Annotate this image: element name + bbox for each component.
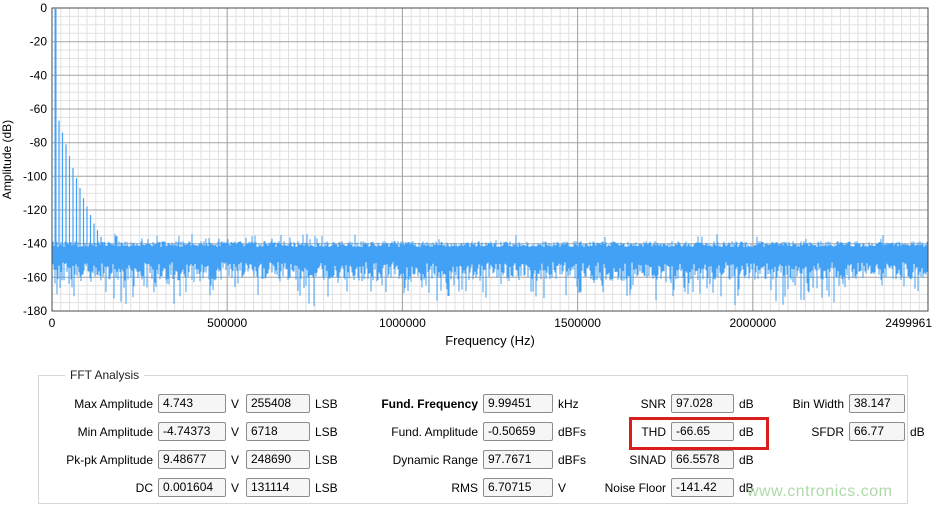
row-dc: DC 0.001604 V 131114 LSB [49, 477, 338, 498]
unit-label: dB [905, 425, 925, 439]
bin-width-box[interactable]: 38.147 [849, 394, 905, 413]
amplitude-stats-column: Max Amplitude 4.743 V 255408 LSB Min Amp… [49, 393, 338, 505]
dc-lsb-box[interactable]: 131114 [246, 478, 310, 497]
sinad-box[interactable]: 66.5578 [671, 450, 734, 469]
y-tick-label: -160 [23, 270, 47, 284]
y-tick-label: -180 [23, 304, 47, 318]
snr-box[interactable]: 97.028 [671, 394, 734, 413]
unit-label: LSB [310, 481, 338, 495]
rms-box[interactable]: 6.70715 [483, 478, 553, 497]
row-dynamic-range: Dynamic Range 97.7671 dBFs [339, 449, 586, 470]
field-label: Max Amplitude [49, 397, 158, 411]
misc-stats-column: Bin Width 38.147 SFDR 66.77 dB [783, 393, 925, 449]
fundamental-stats-column: Fund. Frequency 9.99451 kHz Fund. Amplit… [339, 393, 586, 505]
panel-title: FFT Analysis [65, 368, 144, 382]
field-label: Bin Width [783, 397, 849, 411]
x-tick-label: 1000000 [379, 316, 426, 330]
fft-plot: 0-20-40-60-80-100-120-140-160-1800500000… [0, 0, 933, 348]
unit-label: dBFs [553, 425, 586, 439]
unit-label: dB [734, 453, 754, 467]
row-rms: RMS 6.70715 V [339, 477, 586, 498]
unit-label: V [226, 481, 246, 495]
min-amplitude-v-box[interactable]: -4.74373 [158, 422, 226, 441]
x-tick-label: 0 [49, 316, 56, 330]
y-tick-label: -40 [30, 68, 48, 82]
dc-v-box[interactable]: 0.001604 [158, 478, 226, 497]
unit-label: V [553, 481, 566, 495]
row-snr: SNR 97.028 dB [597, 393, 754, 414]
unit-label: LSB [310, 397, 338, 411]
y-tick-label: -100 [23, 169, 47, 183]
field-label: DC [49, 481, 158, 495]
row-thd: THD -66.65 dB [597, 421, 754, 442]
row-sinad: SINAD 66.5578 dB [597, 449, 754, 470]
unit-label: kHz [553, 397, 579, 411]
x-tick-label: 2499961 [885, 316, 932, 330]
field-label: Noise Floor [597, 481, 671, 495]
unit-label: dBFs [553, 453, 586, 467]
field-label: THD [597, 425, 671, 439]
x-tick-label: 500000 [207, 316, 247, 330]
x-tick-label: 1500000 [554, 316, 601, 330]
unit-label: LSB [310, 425, 338, 439]
field-label: SINAD [597, 453, 671, 467]
row-max-amplitude: Max Amplitude 4.743 V 255408 LSB [49, 393, 338, 414]
pkpk-amplitude-v-box[interactable]: 9.48677 [158, 450, 226, 469]
noise-floor-box[interactable]: -141.42 [671, 478, 734, 497]
unit-label: V [226, 397, 246, 411]
y-tick-label: 0 [40, 1, 47, 15]
unit-label: V [226, 425, 246, 439]
y-axis-label: Amplitude (dB) [0, 120, 14, 199]
field-label: SFDR [783, 425, 849, 439]
y-tick-label: -60 [30, 102, 48, 116]
fund-amplitude-box[interactable]: -0.50659 [483, 422, 553, 441]
unit-label: dB [734, 425, 754, 439]
fft-spectrum-svg: 0-20-40-60-80-100-120-140-160-1800500000… [0, 0, 933, 348]
thd-box-value[interactable]: -66.65 [671, 422, 734, 441]
field-label: Dynamic Range [339, 453, 483, 467]
max-amplitude-lsb-box[interactable]: 255408 [246, 394, 310, 413]
distortion-stats-column: SNR 97.028 dB THD -66.65 dB SINAD 66.557… [597, 393, 754, 505]
row-fund-amplitude: Fund. Amplitude -0.50659 dBFs [339, 421, 586, 442]
unit-label: V [226, 453, 246, 467]
x-tick-label: 2000000 [729, 316, 776, 330]
row-bin-width: Bin Width 38.147 [783, 393, 925, 414]
y-tick-label: -140 [23, 237, 47, 251]
field-label: Fund. Amplitude [339, 425, 483, 439]
fund-frequency-box[interactable]: 9.99451 [483, 394, 553, 413]
watermark-text: www.cntronics.com [747, 483, 892, 501]
y-tick-label: -120 [23, 203, 47, 217]
row-sfdr: SFDR 66.77 dB [783, 421, 925, 442]
field-label: Pk-pk Amplitude [49, 453, 158, 467]
row-min-amplitude: Min Amplitude -4.74373 V 6718 LSB [49, 421, 338, 442]
row-pkpk-amplitude: Pk-pk Amplitude 9.48677 V 248690 LSB [49, 449, 338, 470]
field-label: Min Amplitude [49, 425, 158, 439]
min-amplitude-lsb-box[interactable]: 6718 [246, 422, 310, 441]
row-fund-frequency: Fund. Frequency 9.99451 kHz [339, 393, 586, 414]
field-label: SNR [597, 397, 671, 411]
unit-label: dB [734, 397, 754, 411]
row-noise-floor: Noise Floor -141.42 dB [597, 477, 754, 498]
max-amplitude-v-box[interactable]: 4.743 [158, 394, 226, 413]
field-label: Fund. Frequency [339, 397, 483, 411]
unit-label: LSB [310, 453, 338, 467]
x-axis-label: Frequency (Hz) [445, 333, 535, 348]
y-tick-label: -20 [30, 35, 48, 49]
sfdr-box[interactable]: 66.77 [849, 422, 905, 441]
field-label: RMS [339, 481, 483, 495]
y-tick-label: -80 [30, 136, 48, 150]
dynamic-range-box[interactable]: 97.7671 [483, 450, 553, 469]
pkpk-amplitude-lsb-box[interactable]: 248690 [246, 450, 310, 469]
